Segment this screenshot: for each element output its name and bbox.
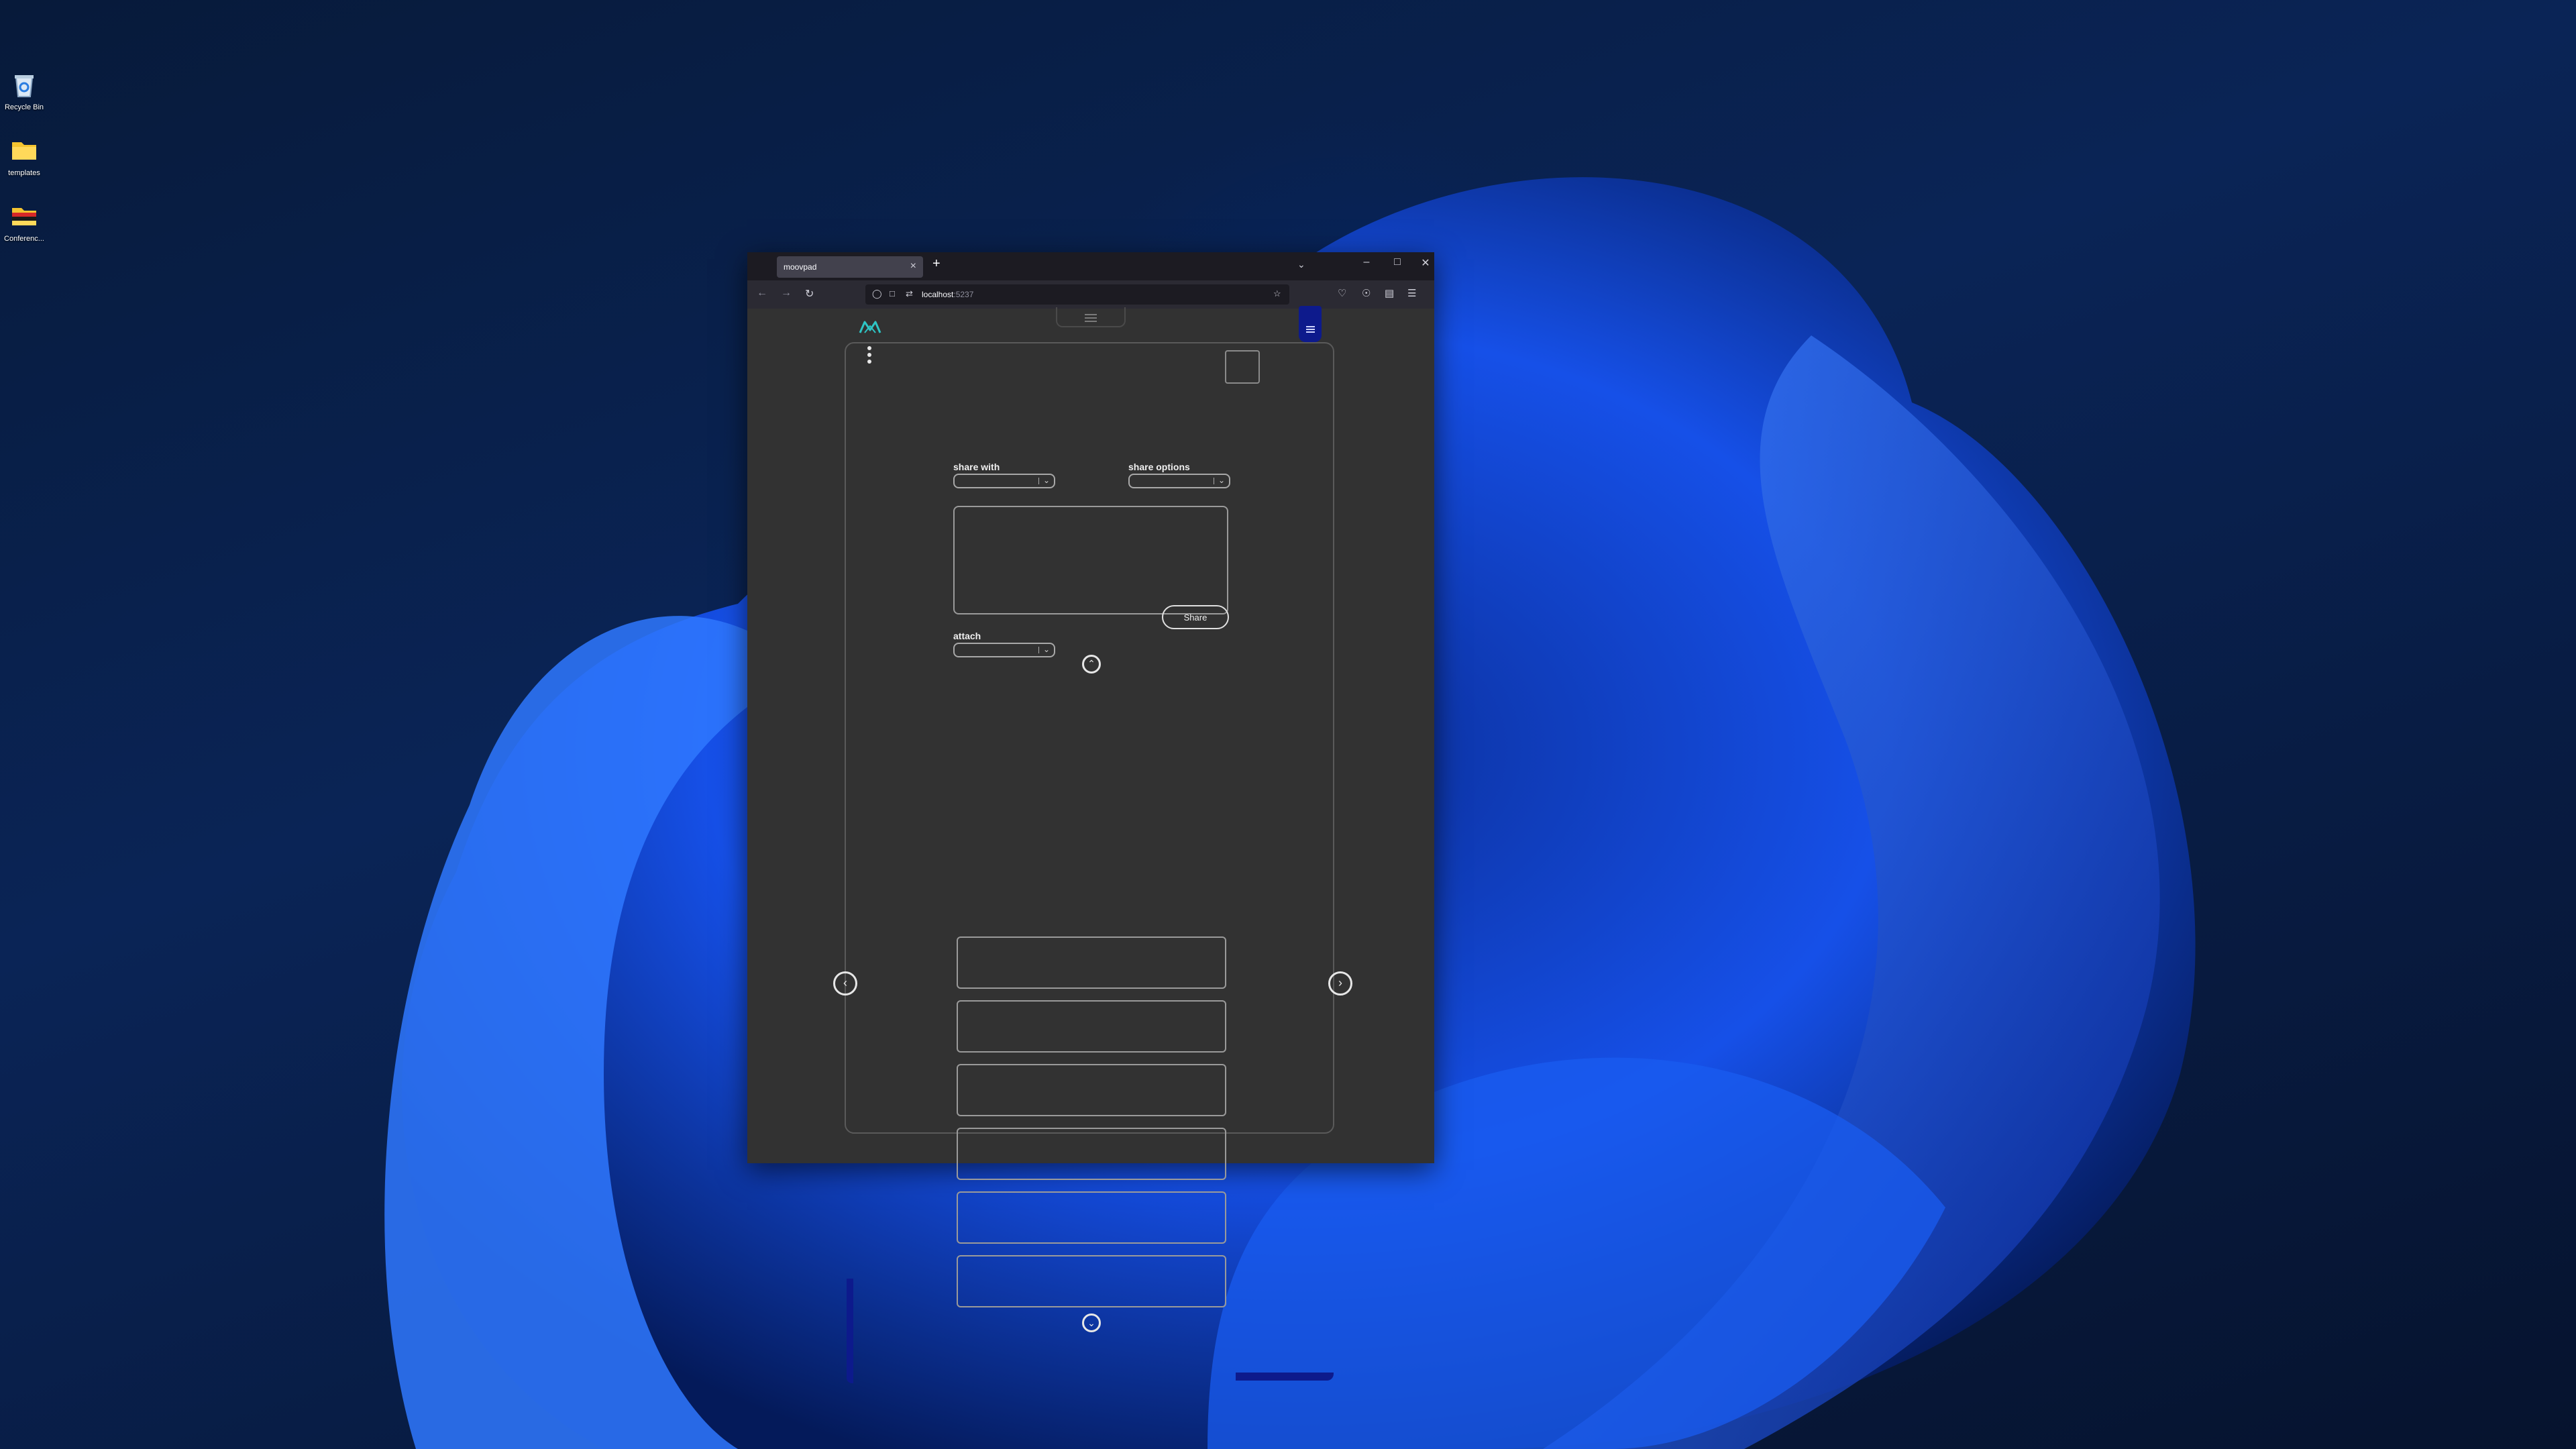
desktop-icon-conference[interactable]: Conferenc...: [0, 201, 48, 243]
desktop-icon-label: Conferenc...: [4, 235, 44, 243]
list-item[interactable]: [957, 1000, 1226, 1053]
moovpad-logo-icon: [859, 321, 881, 333]
list-item[interactable]: [957, 1128, 1226, 1180]
hamburger-icon: [1306, 326, 1315, 333]
tab-title: moovpad: [784, 262, 817, 272]
url-bar[interactable]: ◯ □ ⇄ localhost:5237 ☆: [865, 284, 1289, 305]
square-button[interactable]: [1225, 350, 1260, 384]
top-drawer-handle[interactable]: [1056, 307, 1126, 327]
back-icon[interactable]: ←: [757, 287, 767, 299]
desktop-icon-label: Recycle Bin: [4, 103, 44, 111]
bottom-accent-bar: [1236, 1373, 1334, 1381]
previous-page-button[interactable]: ‹: [833, 971, 857, 996]
share-with-select[interactable]: ⌄: [953, 474, 1055, 488]
folder-icon: [9, 136, 39, 165]
close-window-icon[interactable]: ✕: [1415, 256, 1436, 270]
next-page-button[interactable]: ›: [1328, 971, 1352, 996]
share-button[interactable]: Share: [1162, 605, 1229, 629]
folder-striped-icon: [9, 201, 39, 231]
attach-label: attach: [953, 631, 981, 641]
browser-tab[interactable]: moovpad ×: [777, 256, 923, 278]
message-textarea[interactable]: [953, 506, 1228, 614]
page-icon: □: [890, 288, 895, 299]
browser-window: moovpad × + ⌄ – □ ✕ ← → ↻ ◯ □ ⇄ localhos…: [747, 252, 1434, 1383]
list-item[interactable]: [957, 1191, 1226, 1244]
account-icon[interactable]: ☉: [1362, 287, 1371, 299]
pocket-icon[interactable]: ♡: [1338, 287, 1346, 299]
chevron-left-icon: ‹: [843, 976, 847, 989]
tab-bar: moovpad × + ⌄ – □ ✕: [747, 252, 1434, 280]
maximize-icon[interactable]: □: [1387, 256, 1407, 268]
url-text: localhost:5237: [922, 290, 974, 299]
forward-icon[interactable]: →: [781, 287, 792, 299]
share-options-label: share options: [1128, 462, 1190, 472]
permissions-icon[interactable]: ⇄: [906, 288, 913, 299]
chevron-down-icon: ⌄: [1218, 476, 1225, 485]
chevron-down-icon: ⌄: [1087, 1318, 1095, 1328]
desktop-icon-recycle-bin[interactable]: Recycle Bin: [0, 70, 48, 111]
scroll-up-button[interactable]: ⌃: [1082, 655, 1101, 674]
attach-select[interactable]: ⌄: [953, 643, 1055, 657]
chevron-right-icon: ›: [1338, 976, 1342, 989]
list-item[interactable]: [957, 1255, 1226, 1307]
left-accent-bar: [847, 1279, 853, 1383]
tab-list-chevron-icon[interactable]: ⌄: [1297, 259, 1305, 270]
desktop-icon-label: templates: [8, 169, 40, 177]
new-tab-button[interactable]: +: [932, 256, 941, 272]
close-tab-icon[interactable]: ×: [910, 260, 916, 272]
list-item[interactable]: [957, 936, 1226, 989]
share-with-label: share with: [953, 462, 1000, 472]
recycle-bin-icon: [9, 70, 39, 99]
navigation-toolbar: ← → ↻ ◯ □ ⇄ localhost:5237 ☆: [747, 280, 1434, 309]
share-options-select[interactable]: ⌄: [1128, 474, 1230, 488]
minimize-icon[interactable]: –: [1356, 256, 1377, 268]
shield-icon[interactable]: ◯: [872, 288, 882, 299]
bookmark-star-icon[interactable]: ☆: [1273, 288, 1281, 299]
app-menu-icon[interactable]: ☰: [1407, 287, 1416, 299]
page-viewport: share with ⌄ share options ⌄ attach ⌄ Sh…: [747, 306, 1434, 1383]
scroll-down-button[interactable]: ⌄: [1082, 1313, 1101, 1332]
desktop-icon-templates[interactable]: templates: [0, 136, 48, 177]
reload-icon[interactable]: ↻: [805, 287, 814, 301]
chevron-down-icon: ⌄: [1042, 476, 1050, 485]
kebab-menu-icon[interactable]: [867, 346, 872, 366]
extensions-icon[interactable]: ▤: [1385, 287, 1394, 299]
list-item[interactable]: [957, 1064, 1226, 1116]
chevron-down-icon: ⌄: [1042, 645, 1050, 654]
hamburger-menu-button[interactable]: [1299, 306, 1322, 342]
chevron-up-icon: ⌃: [1087, 658, 1095, 669]
